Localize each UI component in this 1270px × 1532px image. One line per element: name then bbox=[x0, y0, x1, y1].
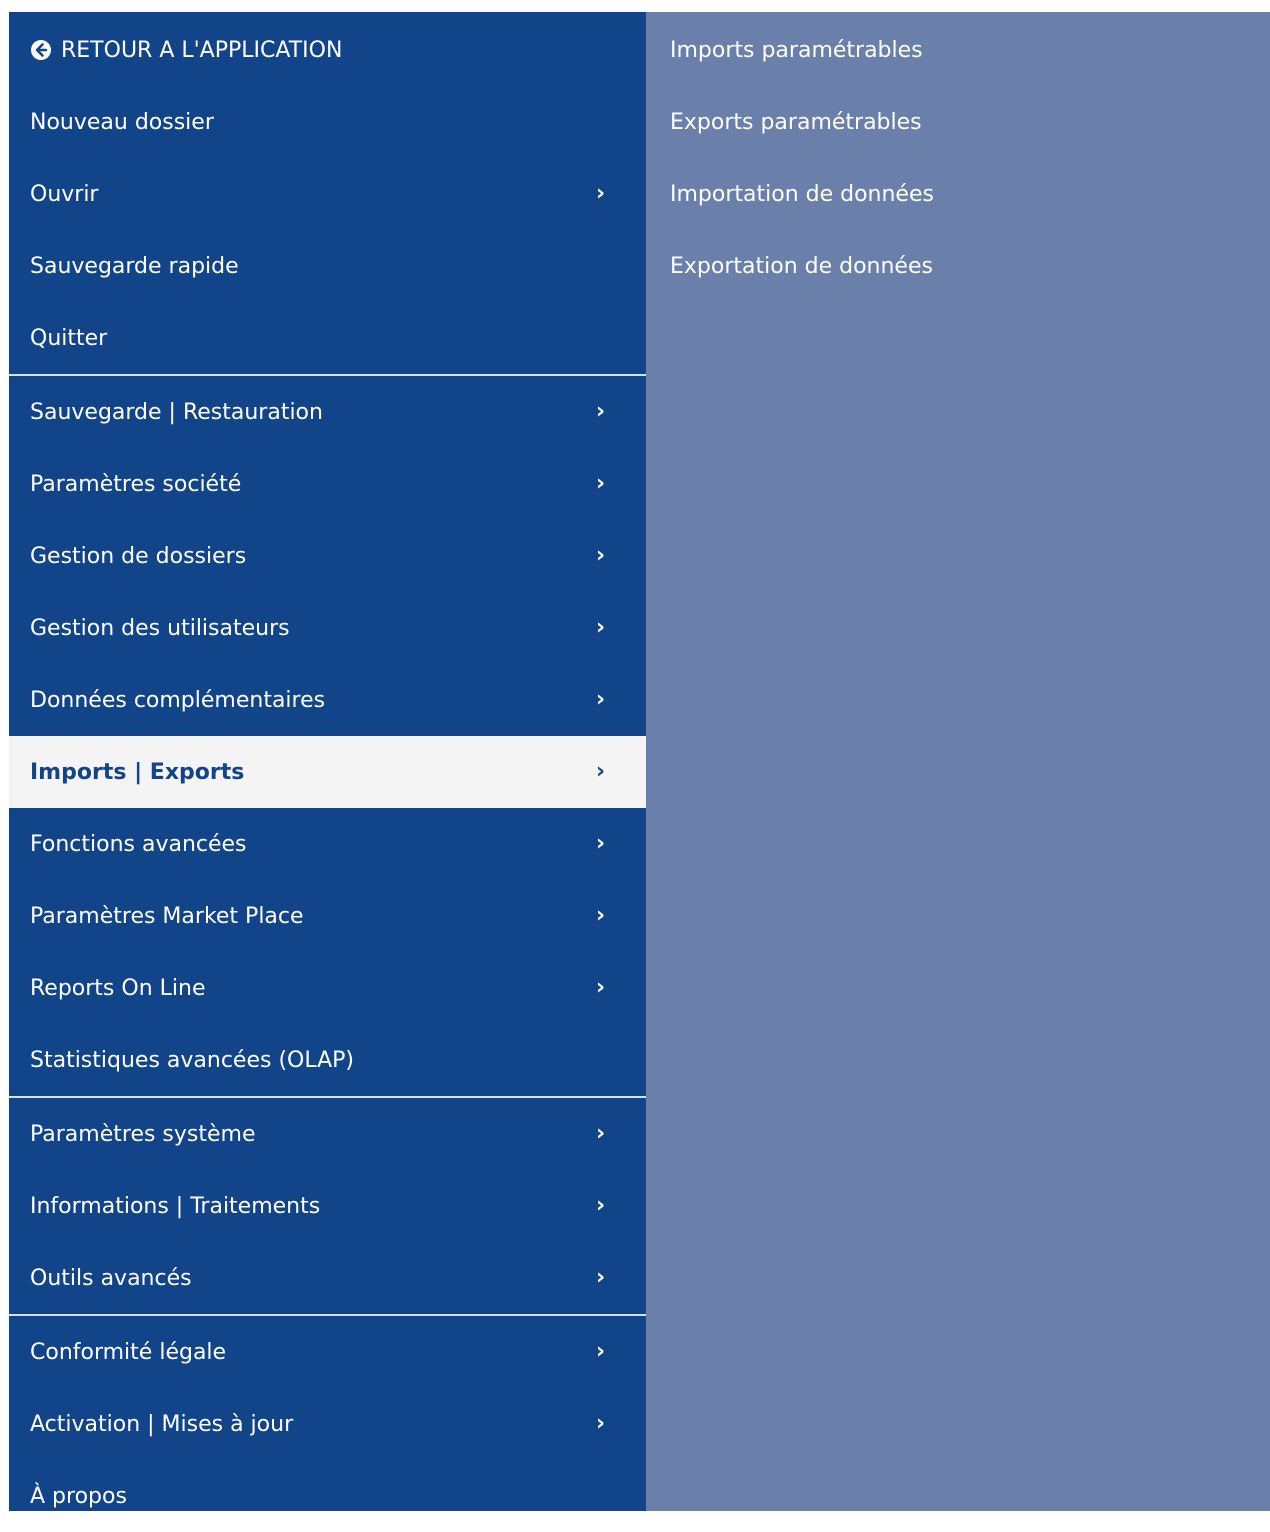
submenu-item-exports-parametrables[interactable]: Exports paramétrables bbox=[670, 86, 922, 158]
menu-item-sauvegarde-rapide[interactable]: Sauvegarde rapide bbox=[9, 230, 646, 302]
menu-item-parametres-market-place[interactable]: Paramètres Market Place › bbox=[9, 880, 646, 952]
menu-item-label: Conformité légale bbox=[30, 1339, 227, 1365]
chevron-right-icon: › bbox=[596, 471, 606, 496]
back-to-application-button[interactable]: RETOUR A L'APPLICATION bbox=[9, 14, 646, 86]
menu-item-label: Reports On Line bbox=[30, 975, 206, 1001]
menu-item-donnees-complementaires[interactable]: Données complémentaires › bbox=[9, 664, 646, 736]
menu-item-label: Paramètres Market Place bbox=[30, 903, 304, 929]
chevron-right-icon: › bbox=[596, 975, 606, 1000]
menu-item-conformite-legale[interactable]: Conformité légale › bbox=[9, 1316, 646, 1388]
menu-item-reports-on-line[interactable]: Reports On Line › bbox=[9, 952, 646, 1024]
menu-item-label: Paramètres système bbox=[30, 1121, 256, 1147]
imports-exports-submenu: Imports paramétrables Exports paramétrab… bbox=[646, 12, 1270, 1511]
menu-item-label: Ouvrir bbox=[30, 181, 99, 207]
chevron-right-icon: › bbox=[596, 181, 606, 206]
menu-item-quitter[interactable]: Quitter bbox=[9, 302, 646, 374]
arrow-left-circle-icon bbox=[31, 40, 51, 60]
menu-item-ouvrir[interactable]: Ouvrir › bbox=[9, 158, 646, 230]
chevron-right-icon: › bbox=[596, 543, 606, 568]
chevron-right-icon: › bbox=[596, 1265, 606, 1290]
window-top-edge bbox=[0, 0, 1270, 12]
menu-item-label: Sauvegarde rapide bbox=[30, 253, 239, 279]
menu-item-activation-mises-a-jour[interactable]: Activation | Mises à jour › bbox=[9, 1388, 646, 1460]
menu-item-sauvegarde-restauration[interactable]: Sauvegarde | Restauration › bbox=[9, 376, 646, 448]
menu-item-label: Sauvegarde | Restauration bbox=[30, 399, 323, 425]
menu-item-label: Paramètres société bbox=[30, 471, 242, 497]
submenu-item-importation-de-donnees[interactable]: Importation de données bbox=[670, 158, 934, 230]
menu-item-label: Quitter bbox=[30, 325, 108, 351]
menu-item-label: Statistiques avancées (OLAP) bbox=[30, 1047, 355, 1073]
menu-item-imports-exports[interactable]: Imports | Exports › bbox=[9, 736, 646, 808]
menu-item-label: Nouveau dossier bbox=[30, 109, 214, 135]
menu-item-gestion-de-dossiers[interactable]: Gestion de dossiers › bbox=[9, 520, 646, 592]
chevron-right-icon: › bbox=[596, 615, 606, 640]
menu-item-label: Activation | Mises à jour bbox=[30, 1411, 294, 1437]
backstage-menu: RETOUR A L'APPLICATION Nouveau dossier O… bbox=[9, 12, 646, 1511]
chevron-right-icon: › bbox=[596, 687, 606, 712]
menu-item-parametres-societe[interactable]: Paramètres société › bbox=[9, 448, 646, 520]
menu-item-label: Informations | Traitements bbox=[30, 1193, 321, 1219]
chevron-right-icon: › bbox=[596, 1339, 606, 1364]
chevron-right-icon: › bbox=[596, 831, 606, 856]
menu-item-fonctions-avancees[interactable]: Fonctions avancées › bbox=[9, 808, 646, 880]
chevron-right-icon: › bbox=[596, 1193, 606, 1218]
menu-item-label: Imports | Exports bbox=[30, 759, 245, 785]
menu-item-nouveau-dossier[interactable]: Nouveau dossier bbox=[9, 86, 646, 158]
menu-item-label: À propos bbox=[30, 1483, 127, 1509]
menu-item-label: Gestion de dossiers bbox=[30, 543, 247, 569]
chevron-right-icon: › bbox=[596, 1121, 606, 1146]
menu-item-informations-traitements[interactable]: Informations | Traitements › bbox=[9, 1170, 646, 1242]
menu-item-outils-avances[interactable]: Outils avancés › bbox=[9, 1242, 646, 1314]
back-to-application-label: RETOUR A L'APPLICATION bbox=[61, 37, 343, 63]
menu-item-label: Fonctions avancées bbox=[30, 831, 247, 857]
menu-item-a-propos[interactable]: À propos bbox=[9, 1460, 646, 1532]
menu-item-label: Outils avancés bbox=[30, 1265, 192, 1291]
menu-item-parametres-systeme[interactable]: Paramètres système › bbox=[9, 1098, 646, 1170]
chevron-right-icon: › bbox=[596, 399, 606, 424]
menu-item-statistiques-avancees[interactable]: Statistiques avancées (OLAP) bbox=[9, 1024, 646, 1096]
chevron-right-icon: › bbox=[596, 759, 606, 784]
menu-item-gestion-des-utilisateurs[interactable]: Gestion des utilisateurs › bbox=[9, 592, 646, 664]
submenu-item-imports-parametrables[interactable]: Imports paramétrables bbox=[670, 14, 923, 86]
chevron-right-icon: › bbox=[596, 903, 606, 928]
window-left-edge bbox=[0, 0, 9, 1511]
chevron-right-icon: › bbox=[596, 1411, 606, 1436]
menu-item-label: Données complémentaires bbox=[30, 687, 326, 713]
submenu-item-exportation-de-donnees[interactable]: Exportation de données bbox=[670, 230, 933, 302]
menu-item-label: Gestion des utilisateurs bbox=[30, 615, 290, 641]
